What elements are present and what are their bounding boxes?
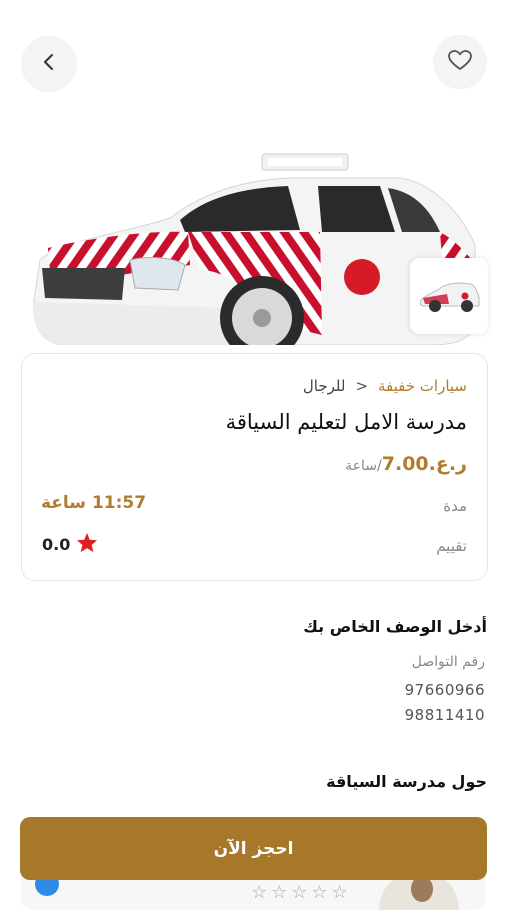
phone-number[interactable]: 98811410 [405,706,485,724]
back-button[interactable] [21,36,77,92]
listing-card: سيارات خفيفة < للرجال مدرسة الامل لتعليم ا… [21,353,488,581]
star-icon [76,532,98,557]
price: ر.ع.7.00/ساعة [345,453,467,475]
description-title: أدخل الوصف الخاص بك [303,617,487,636]
heart-outline-icon [447,48,473,76]
car-thumbnail[interactable] [410,258,488,334]
duration-value: 11:57 ساعة [41,493,147,513]
duration-label: مدة [443,497,467,515]
listing-title: مدرسة الامل لتعليم السياقة [225,410,467,434]
breadcrumb-category[interactable]: سيارات خفيفة [378,377,467,395]
price-unit: /ساعة [345,458,382,474]
rating-label: تقييم [436,537,467,555]
breadcrumb-separator: < [355,377,369,395]
breadcrumb-subcategory[interactable]: للرجال [303,377,346,395]
favorite-button[interactable] [433,35,487,89]
breadcrumb: سيارات خفيفة < للرجال [303,377,467,395]
chevron-left-icon [38,51,60,77]
price-amount: ر.ع.7.00 [381,453,467,475]
about-title: حول مدرسة السياقة [326,772,487,791]
rating-value: 0.0 [42,535,71,554]
phone-number[interactable]: 97660966 [405,681,485,699]
book-now-button[interactable]: احجز الآن [20,817,487,880]
contact-label: رقم التواصل [411,654,485,670]
rating: 0.0 [42,532,98,557]
